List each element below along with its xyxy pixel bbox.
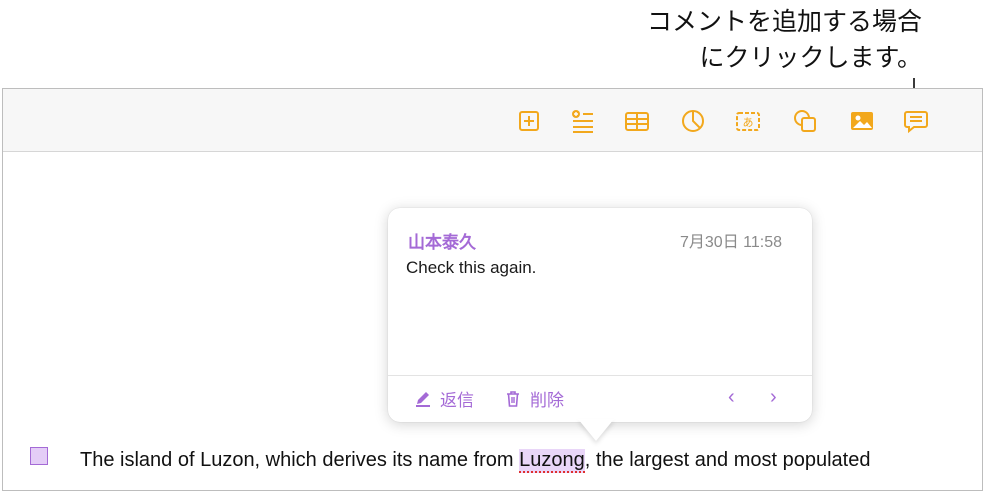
previous-comment-button[interactable]: ‹ xyxy=(728,386,735,409)
text-after: , the largest and most populated xyxy=(584,449,871,471)
text-list-icon xyxy=(572,110,593,133)
toolbar: あ xyxy=(3,89,982,152)
callout-line-1: コメントを追加する場合 xyxy=(646,8,922,36)
delete-button[interactable]: 削除 xyxy=(504,386,564,411)
highlighted-comment-text[interactable]: Luzong xyxy=(519,449,585,473)
insert-shape-button[interactable] xyxy=(791,107,819,135)
insert-text-box-button[interactable]: あ xyxy=(734,107,762,135)
add-page-button[interactable] xyxy=(515,107,543,135)
comment-icon xyxy=(904,111,928,134)
chevron-left-icon: ‹ xyxy=(728,386,735,408)
comment-popover: 山本泰久 7月30日 11:58 Check this again. 返信 削除… xyxy=(388,208,812,422)
text-before: The island of Luzon, which derives its n… xyxy=(80,449,520,471)
shape-icon xyxy=(794,110,816,132)
delete-label: 削除 xyxy=(530,391,564,410)
table-icon xyxy=(625,112,649,131)
comment-footer: 返信 削除 ‹ › xyxy=(388,375,812,422)
insert-media-button[interactable] xyxy=(848,107,876,135)
popover-arrow xyxy=(578,419,614,441)
comment-text[interactable]: Check this again. xyxy=(406,258,536,278)
document-text-line[interactable]: The island of Luzon, which derives its n… xyxy=(80,449,871,473)
callout-line-2: にクリックします。 xyxy=(699,44,922,72)
insert-table-button[interactable] xyxy=(623,107,651,135)
chart-icon xyxy=(682,110,704,132)
media-icon xyxy=(851,112,873,130)
comment-date: 7月30日 11:58 xyxy=(680,234,782,251)
svg-text:あ: あ xyxy=(743,116,754,129)
add-comment-button[interactable] xyxy=(902,107,930,135)
chevron-right-icon: › xyxy=(770,386,777,408)
reply-label: 返信 xyxy=(440,391,474,410)
next-comment-button[interactable]: › xyxy=(770,386,777,409)
reply-button[interactable]: 返信 xyxy=(414,386,474,411)
add-page-icon xyxy=(519,111,539,131)
text-box-icon: あ xyxy=(736,112,760,131)
callout-annotation: コメントを追加する場合 にクリックします。 xyxy=(647,4,922,76)
insert-chart-button[interactable] xyxy=(679,107,707,135)
comment-author: 山本泰久 xyxy=(408,233,476,252)
pencil-icon xyxy=(416,391,430,407)
insert-list-button[interactable] xyxy=(569,107,597,135)
trash-icon xyxy=(507,390,519,407)
comment-marker[interactable] xyxy=(30,447,48,465)
